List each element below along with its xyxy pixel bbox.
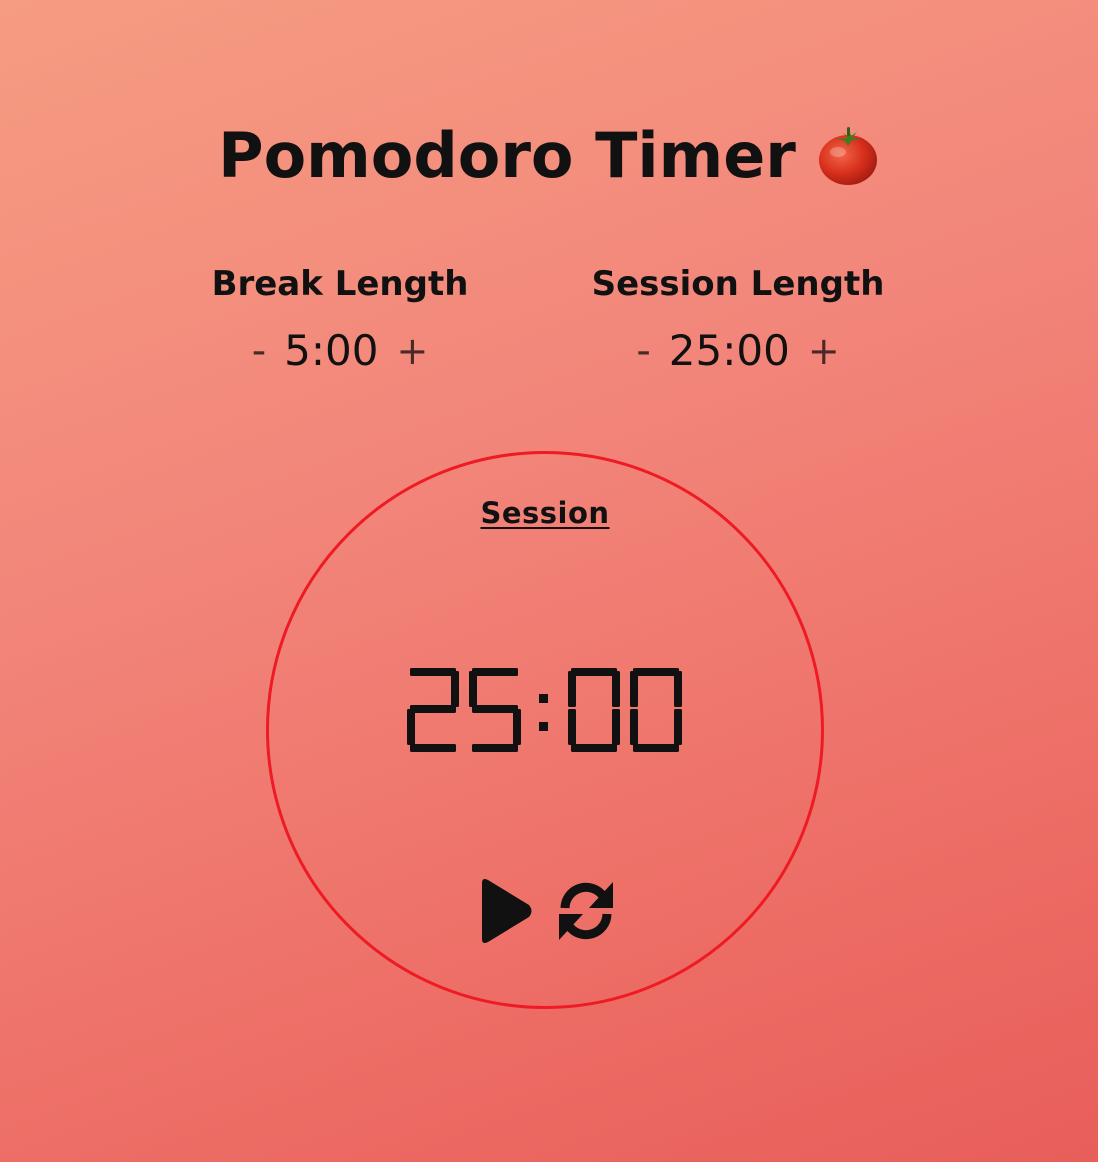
app-title: Pomodoro Timer — [218, 119, 796, 192]
timer-digit — [469, 668, 521, 752]
timer-digit — [568, 668, 620, 752]
digit-segment-e — [568, 709, 576, 745]
digit-segment-e — [630, 709, 638, 745]
session-decrement-button[interactable]: - — [636, 327, 650, 375]
timer-display — [407, 668, 682, 752]
break-length-value: 5:00 — [284, 326, 379, 375]
digit-segment-d — [571, 744, 617, 752]
session-length-label: Session Length — [591, 264, 885, 304]
digit-segment-b — [612, 671, 620, 707]
session-length-control: Session Length - 25:00 + — [558, 258, 918, 376]
digit-segment-b — [674, 671, 682, 707]
timer-digit — [407, 668, 459, 752]
digit-segment-c — [513, 709, 521, 745]
digit-segment-f — [630, 671, 638, 707]
digit-segment-d — [472, 744, 518, 752]
timer-digit — [630, 668, 682, 752]
tomato-icon — [818, 127, 877, 185]
start-button[interactable] — [471, 876, 537, 946]
digit-segment-a — [633, 668, 679, 676]
digit-segment-e — [407, 709, 415, 745]
digit-segment-c — [612, 709, 620, 745]
reset-button[interactable] — [553, 876, 619, 946]
break-length-control: Break Length - 5:00 + — [160, 258, 520, 376]
digit-segment-b — [451, 671, 459, 707]
timer-label: Session — [480, 496, 610, 530]
colon-dot — [539, 722, 548, 731]
digit-segment-d — [633, 744, 679, 752]
digit-segment-f — [568, 671, 576, 707]
app-title-row: Pomodoro Timer — [0, 118, 1098, 194]
break-length-label: Break Length — [211, 264, 469, 304]
refresh-icon — [559, 882, 613, 940]
timer-controls — [269, 876, 821, 946]
break-decrement-button[interactable]: - — [252, 327, 266, 375]
break-length-row: - 5:00 + — [160, 326, 520, 376]
colon-dot — [539, 694, 548, 703]
digit-segment-g — [472, 705, 518, 713]
digit-segment-d — [410, 744, 456, 752]
session-length-row: - 25:00 + — [558, 326, 918, 376]
play-icon — [482, 879, 532, 943]
digit-segment-g — [410, 705, 456, 713]
timer-colon — [539, 694, 548, 731]
digit-segment-a — [410, 668, 456, 676]
digit-segment-f — [469, 671, 477, 707]
digit-segment-c — [674, 709, 682, 745]
session-length-value: 25:00 — [668, 326, 790, 375]
digit-segment-a — [571, 668, 617, 676]
break-increment-button[interactable]: + — [396, 327, 428, 375]
digit-segment-a — [472, 668, 518, 676]
timer-clock: Session — [266, 451, 824, 1009]
session-increment-button[interactable]: + — [808, 327, 840, 375]
